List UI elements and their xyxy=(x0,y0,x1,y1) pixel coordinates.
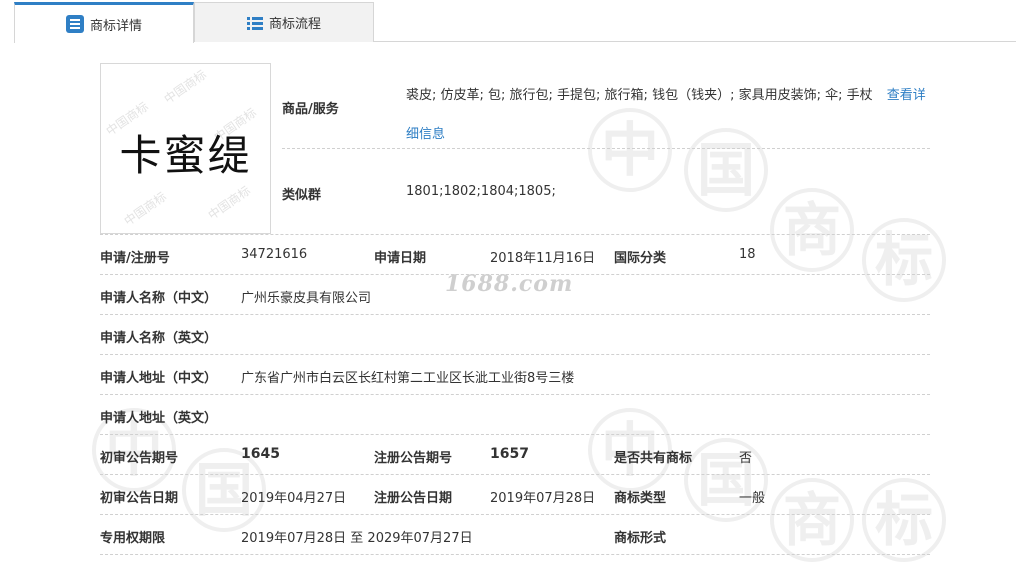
intl-class-label: 国际分类 xyxy=(614,251,667,266)
tm-type-label: 商标类型 xyxy=(614,491,667,506)
exclusive-period-label: 专用权期限 xyxy=(100,531,166,546)
tm-type-value: 一般 xyxy=(739,491,766,506)
shared-value: 否 xyxy=(739,451,753,466)
prelim-issue-value: 1645 xyxy=(241,446,280,462)
tm-form-label: 商标形式 xyxy=(614,531,667,546)
reg-date-value: 2019年07月28日 xyxy=(490,491,596,506)
reg-issue-label: 注册公告期号 xyxy=(374,451,453,466)
watermark-char: 国 xyxy=(684,438,768,522)
tab-trademark-details[interactable]: 商标详情 xyxy=(14,2,194,43)
logo-watermark: 中国商标 xyxy=(205,183,253,223)
divider xyxy=(100,554,930,555)
shared-label: 是否共有商标 xyxy=(614,451,693,466)
tab-bar: 商标详情 商标流程 xyxy=(14,2,1016,43)
document-list-icon xyxy=(65,15,84,33)
applicant-cn-label: 申请人名称（中文） xyxy=(100,291,218,306)
watermark-char: 标 xyxy=(862,478,946,562)
applicant-cn-value: 广州乐豪皮具有限公司 xyxy=(241,291,372,306)
trademark-name: 卡蜜缇 xyxy=(119,131,252,180)
address-en-label: 申请人地址（英文） xyxy=(100,411,218,426)
divider xyxy=(100,234,930,235)
trademark-image: 中国商标 中国商标 中国商标 中国商标 中国商标 卡蜜缇 xyxy=(100,63,271,234)
address-cn-label: 申请人地址（中文） xyxy=(100,371,218,386)
apply-date-value: 2018年11月16日 xyxy=(490,251,596,266)
tab-label: 商标流程 xyxy=(268,17,321,32)
divider xyxy=(282,148,930,149)
intl-class-value: 18 xyxy=(739,247,756,262)
divider xyxy=(100,394,930,395)
watermark-char: 标 xyxy=(862,218,946,302)
prelim-date-value: 2019年04月27日 xyxy=(241,491,347,506)
reg-date-label: 注册公告日期 xyxy=(374,491,453,506)
similar-group-value: 1801;1802;1804;1805; xyxy=(406,184,556,199)
tab-trademark-process[interactable]: 商标流程 xyxy=(194,2,374,42)
apply-date-label: 申请日期 xyxy=(374,251,427,266)
address-cn-value: 广东省广州市白云区长红村第二工业区长泚工业街8号三楼 xyxy=(241,371,575,386)
watermark-char: 商 xyxy=(770,478,854,562)
reg-issue-value: 1657 xyxy=(490,446,529,462)
similar-group-label: 类似群 xyxy=(282,188,322,203)
divider xyxy=(100,354,930,355)
goods-text: 裘皮; 仿皮革; 包; 旅行包; 手提包; 旅行箱; 钱包（钱夹）; 家具用皮装… xyxy=(406,88,873,103)
watermark-char: 商 xyxy=(770,188,854,272)
reg-no-value: 34721616 xyxy=(241,247,308,262)
divider xyxy=(100,474,930,475)
applicant-en-label: 申请人名称（英文） xyxy=(100,331,218,346)
divider xyxy=(100,514,930,515)
prelim-issue-label: 初审公告期号 xyxy=(100,451,179,466)
logo-watermark: 中国商标 xyxy=(121,189,169,229)
goods-label: 商品/服务 xyxy=(282,102,339,117)
divider xyxy=(100,314,930,315)
tab-label: 商标详情 xyxy=(89,18,142,34)
list-icon xyxy=(246,16,263,30)
site-watermark: 1688.com xyxy=(445,271,574,297)
goods-value: 裘皮; 仿皮革; 包; 旅行包; 手提包; 旅行箱; 钱包（钱夹）; 家具用皮装… xyxy=(406,76,926,154)
divider xyxy=(100,434,930,435)
exclusive-period-value: 2019年07月28日 至 2029年07月27日 xyxy=(241,531,473,546)
logo-watermark: 中国商标 xyxy=(161,67,209,107)
prelim-date-label: 初审公告日期 xyxy=(100,491,179,506)
reg-no-label: 申请/注册号 xyxy=(100,251,170,266)
